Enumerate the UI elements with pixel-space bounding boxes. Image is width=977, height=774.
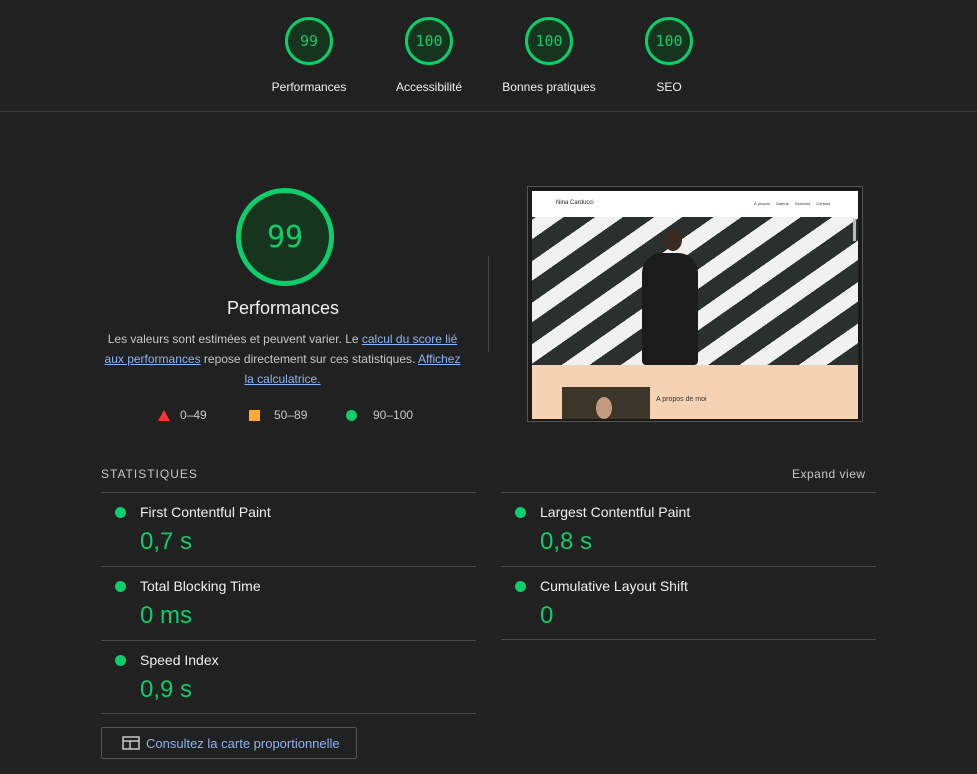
pass-dot-icon [115, 655, 126, 666]
stats-title: STATISTIQUES [101, 467, 198, 481]
metric-value: 0,7 s [140, 528, 193, 555]
performance-title: Performances [226, 298, 340, 318]
gauge-label: SEO [656, 80, 682, 94]
pass-dot-icon [115, 507, 126, 518]
site-links: À propos Galerie Services Contact [754, 201, 830, 206]
category-summary: 99 Performances 100 Accessibilité 100 Bo… [0, 0, 977, 112]
gauge-label: Accessibilité [395, 80, 463, 94]
metric-name: Speed Index [140, 652, 219, 668]
treemap-button[interactable]: Consultez la carte proportionnelle [101, 727, 357, 759]
circle-icon [346, 409, 357, 421]
metric-name: First Contentful Paint [140, 504, 271, 520]
pass-dot-icon [515, 507, 526, 518]
metric-name: Total Blocking Time [140, 578, 261, 594]
site-link: Galerie [775, 201, 789, 206]
metric-value: 0,9 s [140, 676, 193, 703]
divider [501, 492, 876, 493]
metric-value: 0 ms [140, 602, 193, 629]
performance-description: Les valeurs sont estimées et peuvent var… [100, 329, 465, 389]
legend-label: 0–49 [180, 408, 207, 422]
person-silhouette [642, 253, 698, 365]
legend-pass: 90–100 [346, 408, 413, 422]
gauge-label: Bonnes pratiques [502, 80, 596, 94]
square-icon [249, 409, 260, 421]
site-link: Contact [816, 201, 830, 206]
desc-text: repose directement sur ces statistiques. [200, 352, 418, 366]
final-screenshot[interactable]: Nina Carducci À propos Galerie Services … [527, 186, 863, 422]
person-head [664, 229, 682, 251]
divider [101, 640, 476, 641]
site-nav: Nina Carducci À propos Galerie Services … [532, 191, 858, 217]
site-link: Services [794, 201, 811, 206]
about-section: A propos de moi [532, 365, 858, 419]
hero-image [532, 217, 858, 365]
legend-average: 50–89 [249, 408, 307, 422]
triangle-icon [158, 409, 170, 421]
metric-name: Cumulative Layout Shift [540, 578, 688, 594]
legend-label: 50–89 [274, 408, 308, 422]
screenshot-image: Nina Carducci À propos Galerie Services … [532, 191, 858, 419]
treemap-icon [122, 736, 140, 750]
score-ring: 100 [645, 17, 693, 65]
divider [501, 639, 876, 640]
portrait-face [596, 397, 612, 419]
legend-fail: 0–49 [158, 408, 207, 422]
performance-score-ring: 99 [236, 188, 334, 286]
pass-dot-icon [515, 581, 526, 592]
gauge-label: Performances [271, 80, 347, 94]
about-heading: A propos de moi [656, 396, 707, 403]
thumb-scrollbar [853, 219, 856, 241]
metric-name: Largest Contentful Paint [540, 504, 691, 520]
site-name: Nina Carducci [556, 200, 594, 206]
gauge-best-practices[interactable]: 100 Bonnes pratiques [489, 17, 609, 94]
score-ring: 100 [405, 17, 453, 65]
score-ring: 100 [525, 17, 573, 65]
portrait-image [562, 387, 650, 419]
legend-label: 90–100 [373, 408, 414, 422]
metric-value: 0 [540, 602, 554, 629]
desc-text: Les valeurs sont estimées et peuvent var… [107, 332, 362, 346]
gauge-accessibility[interactable]: 100 Accessibilité [369, 17, 489, 94]
metric-value: 0,8 s [540, 528, 593, 555]
gauge-seo[interactable]: 100 SEO [609, 17, 729, 94]
expand-view-button[interactable]: Expand view [792, 467, 866, 481]
score-ring: 99 [285, 17, 333, 65]
pass-dot-icon [115, 581, 126, 592]
divider [101, 492, 476, 493]
divider [101, 713, 476, 714]
divider [488, 256, 489, 352]
divider [101, 566, 476, 567]
treemap-label: Consultez la carte proportionnelle [146, 735, 340, 751]
divider [501, 566, 876, 567]
site-link: À propos [753, 201, 770, 206]
gauge-performance[interactable]: 99 Performances [249, 17, 369, 94]
